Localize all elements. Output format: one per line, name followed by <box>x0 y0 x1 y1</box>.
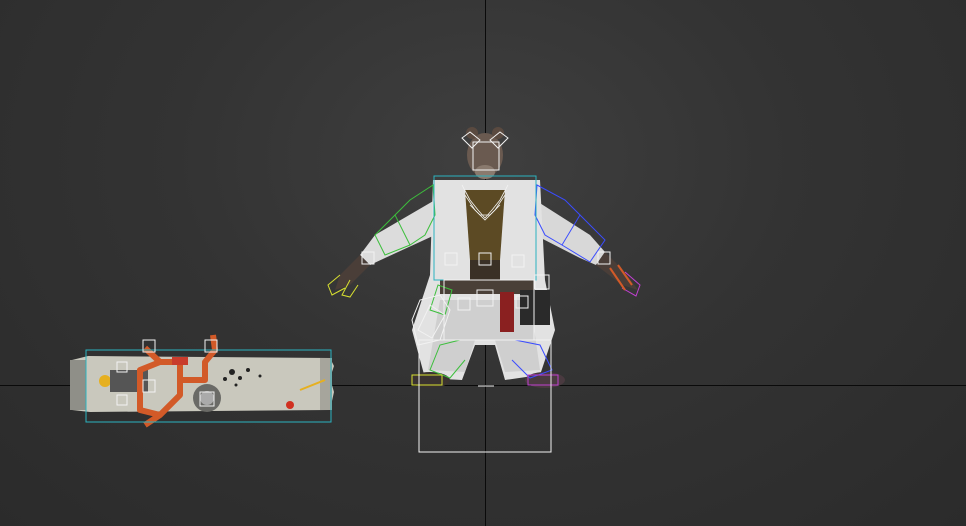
bear-character[interactable] <box>0 0 966 526</box>
viewport-perspective[interactable] <box>0 0 966 526</box>
